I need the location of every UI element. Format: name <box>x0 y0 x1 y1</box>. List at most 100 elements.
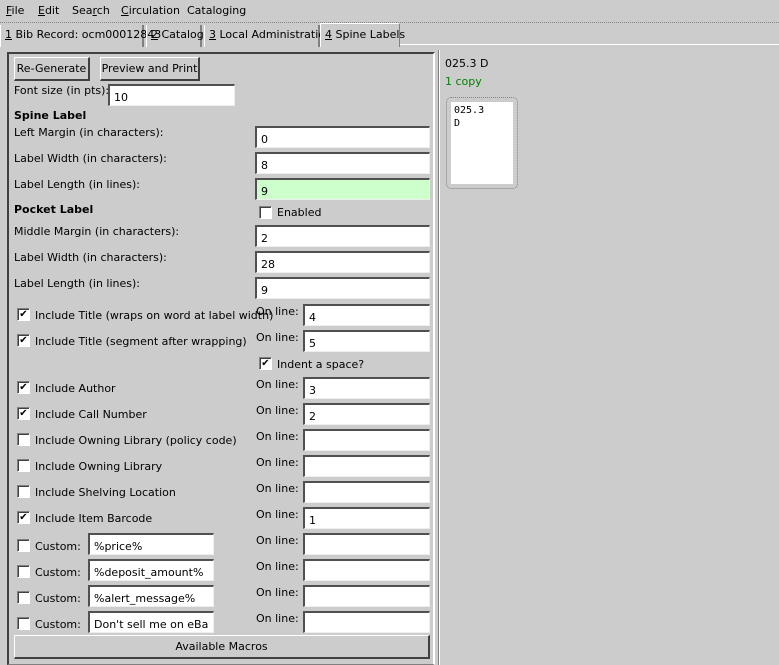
font-size-label: Font size (in pts): <box>14 84 110 97</box>
include-shelving-location-online-label: On line: <box>256 482 299 495</box>
pocket-middle-margin-label: Middle Margin (in characters): <box>14 225 180 238</box>
custom-4-value-input[interactable] <box>88 611 214 633</box>
spine-label-preview: 025.3 D <box>446 97 518 189</box>
available-macros-button[interactable]: Available Macros <box>14 635 430 659</box>
indent-space-label: Indent a space? <box>277 358 365 371</box>
regenerate-button[interactable]: Re-Generate <box>14 57 90 81</box>
pocket-label-heading: Pocket Label <box>14 203 94 216</box>
spine-label-preview-text: 025.3 D <box>451 102 513 184</box>
spine-label-width-input[interactable] <box>255 152 430 174</box>
custom-1-label: Custom: <box>35 540 81 553</box>
custom-3-checkbox[interactable] <box>17 591 30 604</box>
tab-local-admin-num: 3 <box>209 28 216 41</box>
pocket-middle-margin-input[interactable] <box>255 225 430 247</box>
custom-4-online-label: On line: <box>256 612 299 625</box>
menu-edit[interactable]: Edit <box>38 4 59 17</box>
menu-circulation[interactable]: Circulation <box>121 4 180 17</box>
spine-label-heading: Spine Label <box>14 109 87 122</box>
menu-file-rest: ile <box>11 4 25 17</box>
menu-edit-accel: E <box>38 4 45 17</box>
tab-local-admin-label: Local Administration <box>216 28 332 41</box>
include-call-number-checkbox[interactable] <box>17 407 30 420</box>
pocket-label-width-input[interactable] <box>255 251 430 273</box>
custom-2-value-input[interactable] <box>88 559 214 581</box>
include-title-segment-label: Include Title (segment after wrapping) <box>35 335 247 348</box>
spine-left-margin-label: Left Margin (in characters): <box>14 126 164 139</box>
menu-search[interactable]: Search <box>72 4 110 17</box>
menu-edit-rest: dit <box>44 4 60 17</box>
pocket-enabled-label: Enabled <box>277 206 322 219</box>
menu-circulation-accel: C <box>121 4 129 17</box>
custom-2-checkbox[interactable] <box>17 565 30 578</box>
custom-1-online-label: On line: <box>256 534 299 547</box>
pocket-enabled-checkbox[interactable] <box>259 206 272 219</box>
include-owning-library-policy-online-label: On line: <box>256 430 299 443</box>
custom-2-line-input[interactable] <box>303 559 430 581</box>
include-author-label: Include Author <box>35 382 116 395</box>
tab-bib-record-label: Bib Record: ocm00012843 <box>12 28 162 41</box>
include-shelving-location-checkbox[interactable] <box>17 485 30 498</box>
custom-3-value-input[interactable] <box>88 585 214 607</box>
custom-2-online-label: On line: <box>256 560 299 573</box>
include-owning-library-line-input[interactable] <box>303 455 430 477</box>
include-item-barcode-online-label: On line: <box>256 508 299 521</box>
preview-copy-count: 1 copy <box>445 75 482 88</box>
tab-underline <box>400 44 779 45</box>
include-item-barcode-checkbox[interactable] <box>17 511 30 524</box>
tab-catalog[interactable]: 2 Catalog <box>146 25 204 47</box>
panel-splitter[interactable] <box>438 50 440 665</box>
include-item-barcode-label: Include Item Barcode <box>35 512 153 525</box>
font-size-input[interactable] <box>108 84 235 106</box>
custom-3-line-input[interactable] <box>303 585 430 607</box>
menu-search-pre: Sea <box>72 4 93 17</box>
spine-label-length-input[interactable] <box>255 178 430 200</box>
include-owning-library-policy-checkbox[interactable] <box>17 433 30 446</box>
include-owning-library-policy-line-input[interactable] <box>303 429 430 451</box>
include-author-line-input[interactable] <box>303 377 430 399</box>
custom-4-label: Custom: <box>35 618 81 631</box>
tab-spine-labels-num: 4 <box>325 28 332 41</box>
tab-local-administration[interactable]: 3 Local Administration <box>204 25 332 47</box>
include-title-wrap-line-input[interactable] <box>303 304 430 326</box>
include-call-number-label: Include Call Number <box>35 408 147 421</box>
include-owning-library-policy-label: Include Owning Library (policy code) <box>35 434 237 447</box>
custom-1-value-input[interactable] <box>88 533 214 555</box>
include-title-segment-line-input[interactable] <box>303 330 430 352</box>
menu-cataloging[interactable]: Cataloging <box>187 4 246 17</box>
include-title-wrap-checkbox[interactable] <box>17 308 30 321</box>
include-owning-library-checkbox[interactable] <box>17 459 30 472</box>
include-title-wrap-label: Include Title (wraps on word at label wi… <box>35 309 274 322</box>
menu-bar: File Edit Search Circulation Cataloging <box>0 0 779 22</box>
menu-search-rest: ch <box>96 4 110 17</box>
preview-print-button[interactable]: Preview and Print <box>100 57 200 81</box>
tab-bar: 1 Bib Record: ocm00012843 2 Catalog 3 Lo… <box>0 22 779 47</box>
menu-circulation-rest: irculation <box>128 4 180 17</box>
include-title-segment-online-label: On line: <box>256 331 299 344</box>
custom-4-line-input[interactable] <box>303 611 430 633</box>
menu-file[interactable]: File <box>6 4 24 17</box>
include-owning-library-online-label: On line: <box>256 456 299 469</box>
custom-1-checkbox[interactable] <box>17 539 30 552</box>
custom-1-line-input[interactable] <box>303 533 430 555</box>
custom-3-online-label: On line: <box>256 586 299 599</box>
tab-bib-record-num: 1 <box>5 28 12 41</box>
spine-label-length-label: Label Length (in lines): <box>14 178 141 191</box>
include-shelving-location-line-input[interactable] <box>303 481 430 503</box>
include-call-number-line-input[interactable] <box>303 403 430 425</box>
include-author-checkbox[interactable] <box>17 381 30 394</box>
tab-catalog-label: Catalog <box>158 28 204 41</box>
spine-left-margin-input[interactable] <box>255 126 430 148</box>
tab-spine-labels[interactable]: 4 Spine Labels <box>320 23 405 47</box>
custom-4-checkbox[interactable] <box>17 617 30 630</box>
include-owning-library-label: Include Owning Library <box>35 460 163 473</box>
tab-bib-record[interactable]: 1 Bib Record: ocm00012843 <box>0 25 161 47</box>
spine-label-width-label: Label Width (in characters): <box>14 152 167 165</box>
include-title-segment-checkbox[interactable] <box>17 334 30 347</box>
include-item-barcode-line-input[interactable] <box>303 507 430 529</box>
include-author-online-label: On line: <box>256 378 299 391</box>
pocket-label-length-input[interactable] <box>255 277 430 299</box>
tab-spine-labels-label: Spine Labels <box>332 28 406 41</box>
preview-call-number: 025.3 D <box>445 57 489 70</box>
indent-space-checkbox[interactable] <box>259 357 272 370</box>
include-shelving-location-label: Include Shelving Location <box>35 486 176 499</box>
